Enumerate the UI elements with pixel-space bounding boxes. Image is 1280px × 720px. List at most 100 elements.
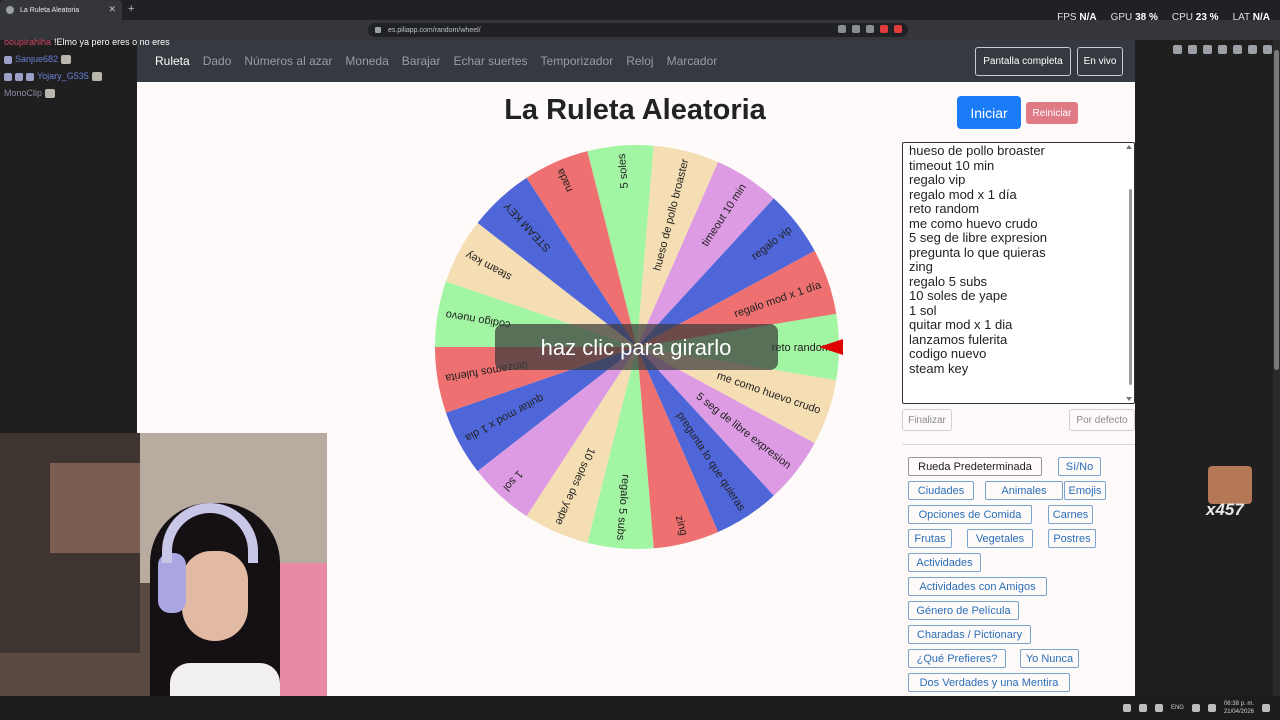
clock-time: 06:38 p. m.: [1223, 701, 1254, 707]
preset-button[interactable]: Frutas: [908, 529, 952, 548]
network-icon[interactable]: [1191, 704, 1200, 712]
option-line: me como huevo crudo: [909, 215, 1038, 231]
option-line: 10 soles de yape: [909, 288, 1008, 303]
system-tray: ENG 06:38 p. m. 21/04/2026: [1122, 696, 1270, 720]
menu-icon[interactable]: [1263, 45, 1272, 54]
page-title: La Ruleta Aleatoria: [504, 94, 766, 126]
option-line: steam key: [909, 360, 969, 376]
nav-link-moneda[interactable]: Moneda: [345, 54, 388, 68]
share-icon[interactable]: [852, 25, 860, 33]
preset-button[interactable]: Emojis: [1064, 481, 1106, 500]
preset-button[interactable]: Actividades: [908, 553, 981, 572]
chat-text: !Elmo ya pero eres o no eres: [54, 37, 170, 47]
textarea-scrollbar[interactable]: [1129, 189, 1132, 385]
chat-message: Sanjue682: [4, 51, 170, 68]
chat-message: Yojary_G535: [4, 68, 170, 85]
badge-icon: [26, 72, 34, 81]
nav-link-temporizador[interactable]: Temporizador: [541, 54, 614, 68]
music-icon[interactable]: [1188, 45, 1197, 54]
stream-chat-overlay: ooupirahiha !Elmo ya pero eres o no eres …: [4, 34, 170, 102]
sync-icon[interactable]: [1138, 704, 1147, 712]
page-scroll-thumb[interactable]: [1274, 50, 1279, 370]
preset-button[interactable]: Actividades con Amigos: [908, 577, 1047, 596]
language-indicator[interactable]: ENG: [1171, 705, 1184, 711]
scroll-up-icon[interactable]: [1126, 145, 1132, 149]
microphone-icon[interactable]: [1154, 704, 1163, 712]
option-line: hueso de pollo broaster: [909, 143, 1045, 158]
reset-button[interactable]: Reiniciar: [1026, 102, 1078, 124]
options-textarea[interactable]: hueso de pollo broaster timeout 10 min reg…: [902, 142, 1135, 404]
chat-username: Yojary_G535: [37, 71, 89, 81]
option-line: 1 sol: [909, 302, 937, 318]
chat-username: MonoClip: [4, 88, 43, 98]
rewards-icon[interactable]: [894, 25, 902, 33]
scroll-down-icon[interactable]: [1126, 397, 1132, 401]
close-tab-icon[interactable]: ✕: [108, 4, 116, 15]
brave-shield-icon[interactable]: [880, 25, 888, 33]
extensions-icon[interactable]: [1218, 45, 1227, 54]
chat-message: MonoClip: [4, 85, 170, 102]
fullscreen-button[interactable]: Pantalla completa: [975, 47, 1071, 76]
emote-combo-icon: [1208, 466, 1252, 504]
option-line: pregunta lo que quieras: [909, 244, 1046, 260]
preset-button[interactable]: Charadas / Pictionary: [908, 625, 1031, 644]
chat-username: ooupirahiha: [4, 37, 52, 47]
preset-button[interactable]: Vegetales: [967, 529, 1033, 548]
preset-button[interactable]: Género de Película: [908, 601, 1019, 620]
badge-icon: [4, 72, 12, 81]
url-text: es.piliapp.com/random/wheel/: [388, 26, 481, 34]
clock[interactable]: 06:38 p. m. 21/04/2026: [1224, 700, 1254, 716]
preset-button[interactable]: Carnes: [1048, 505, 1093, 524]
nav-link-marcador[interactable]: Marcador: [667, 54, 718, 68]
preset-button[interactable]: Dos Verdades y una Mentira: [908, 673, 1070, 692]
option-line: timeout 10 min: [909, 157, 995, 173]
option-line: codigo nuevo: [909, 346, 987, 361]
emote-icon: [91, 72, 102, 81]
sidebar-icon[interactable]: [1203, 45, 1212, 54]
chevron-up-icon[interactable]: [1122, 704, 1131, 712]
vpn-icon[interactable]: [1248, 45, 1257, 54]
wallet-icon[interactable]: [1173, 45, 1182, 54]
notification-icon[interactable]: [1262, 704, 1270, 712]
option-line: lanzamos fulerita: [909, 331, 1008, 347]
preset-button[interactable]: Animales: [985, 481, 1063, 500]
preset-button[interactable]: ¿Qué Prefieres?: [908, 649, 1006, 668]
preset-button[interactable]: Opciones de Comida: [908, 505, 1032, 524]
chat-username: Sanjue682: [15, 54, 59, 64]
address-bar[interactable]: es.piliapp.com/random/wheel/: [368, 23, 908, 37]
option-line: zing: [909, 259, 933, 274]
chat-message: ooupirahiha !Elmo ya pero eres o no eres: [4, 34, 170, 51]
preset-button[interactable]: Yo Nunca: [1020, 649, 1079, 668]
browser-tab[interactable]: La Ruleta Aleatoria ✕: [0, 0, 122, 20]
new-tab-icon[interactable]: +: [128, 3, 134, 15]
nav-link-barajar[interactable]: Barajar: [402, 54, 441, 68]
option-line: 5 seg de libre expresion: [909, 230, 1048, 245]
nav-link-numeros[interactable]: Números al azar: [244, 54, 332, 68]
translate-icon[interactable]: [866, 25, 874, 33]
zoom-icon[interactable]: [838, 25, 846, 33]
volume-icon[interactable]: [1207, 704, 1216, 712]
badge-icon: [4, 55, 12, 64]
finish-button[interactable]: Finalizar: [902, 409, 952, 431]
leo-icon[interactable]: [1233, 45, 1242, 54]
browser-toolbar: es.piliapp.com/random/wheel/: [0, 20, 1280, 54]
option-line: regalo vip: [909, 172, 966, 187]
nav-link-reloj[interactable]: Reloj: [626, 54, 653, 68]
nav-link-echar-suertes[interactable]: Echar suertes: [453, 54, 527, 68]
emote-icon: [61, 55, 72, 64]
preset-button[interactable]: Rueda Predeterminada: [908, 457, 1042, 476]
option-line: quitar mod x 1 dia: [909, 317, 1013, 332]
emote-icon: [45, 89, 56, 98]
nav-link-dado[interactable]: Dado: [203, 54, 232, 68]
spin-wheel[interactable]: reto randomme como huevo crudo5 seg de l…: [427, 137, 847, 557]
emote-combo-count: x457: [1206, 500, 1244, 519]
live-button[interactable]: En vivo: [1077, 47, 1123, 76]
start-button[interactable]: Iniciar: [957, 96, 1021, 129]
spin-hint-text: haz clic para girarlo: [541, 335, 732, 360]
preset-button[interactable]: Sí/No: [1058, 457, 1101, 476]
preset-button[interactable]: Postres: [1048, 529, 1096, 548]
page-scrollbar[interactable]: [1273, 40, 1280, 696]
preset-button[interactable]: Ciudades: [908, 481, 974, 500]
site-info-icon[interactable]: [375, 27, 381, 33]
default-button[interactable]: Por defecto: [1069, 409, 1135, 431]
